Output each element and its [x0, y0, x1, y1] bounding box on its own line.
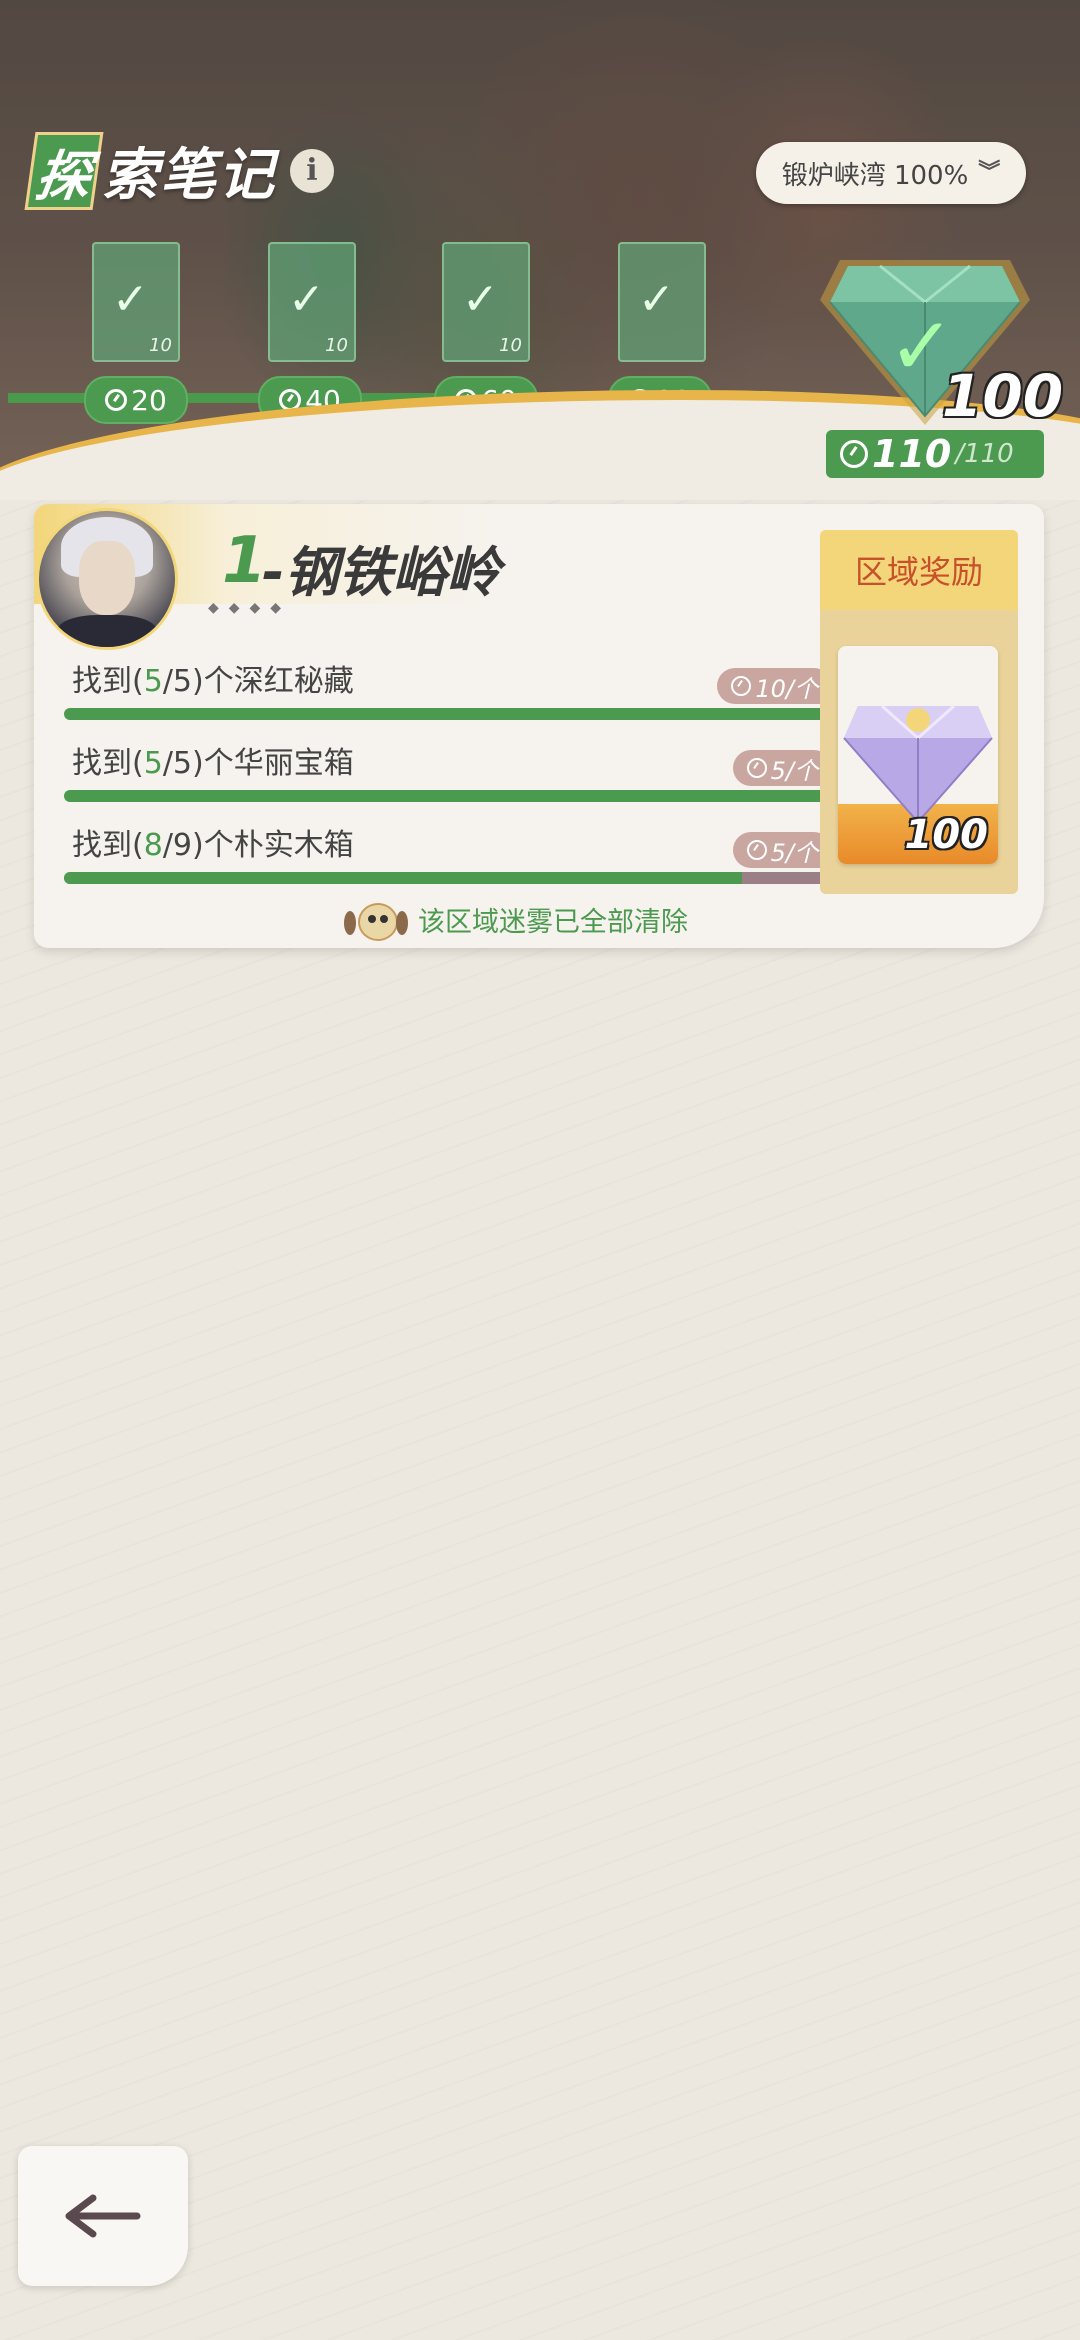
region-reward-title: 区域奖励: [820, 530, 1018, 610]
milestone-card: ✓ 10: [442, 242, 530, 362]
task-label: 找到(8/9)个朴实木箱: [72, 828, 354, 863]
task-progress-bar: [64, 708, 826, 720]
region-name: -钢铁峪岭: [262, 541, 501, 604]
region-number: 1: [222, 524, 267, 598]
region-card: 1 -钢铁峪岭 ◆◆◆◆ 找到(5/5)个深红秘藏 10/个 找到(5/5)个华…: [34, 504, 1044, 948]
stopwatch-icon: [840, 440, 868, 468]
title-badge: 探: [24, 131, 104, 210]
milestone-card-value: 10: [149, 335, 172, 356]
milestone-1[interactable]: ✓ 10: [92, 242, 180, 362]
double-chevron-down-icon: ︾: [978, 160, 1001, 185]
stopwatch-icon: [105, 389, 128, 411]
task-label: 找到(5/5)个华丽宝箱: [72, 746, 354, 781]
region-reward-item[interactable]: 100: [838, 646, 998, 864]
check-icon: ✓: [112, 274, 149, 325]
fog-cleared-status: 该区域迷雾已全部清除: [344, 899, 688, 941]
back-button[interactable]: [18, 2146, 188, 2286]
milestone-card: ✓ 10: [92, 242, 180, 362]
task-progress-bar: [64, 872, 826, 884]
milestone-4[interactable]: ✓: [618, 242, 706, 362]
header-banner: 探 索笔记 i 锻炉峡湾 100% ︾ ✓ 10 20 ✓ 10 40 ✓ 10…: [0, 0, 1080, 500]
gem-icon: [843, 704, 993, 824]
avatar: [36, 508, 178, 650]
task-reward-badge: 5/个: [732, 832, 832, 868]
region-reward-panel: 区域奖励 100: [820, 530, 1018, 894]
region-reward-qty: 100: [904, 812, 989, 858]
progress-max: /110: [955, 439, 1014, 469]
stopwatch-icon: [746, 758, 767, 778]
milestone-2[interactable]: ✓ 10: [268, 242, 356, 362]
task-reward-badge: 5/个: [732, 750, 832, 786]
decorative-dots: ◆◆◆◆: [208, 600, 292, 616]
fog-status-text: 该区域迷雾已全部清除: [418, 906, 688, 938]
page-title: 探 索笔记 i: [24, 130, 334, 211]
owl-icon: [344, 899, 408, 941]
milestone-reward-1: 20: [84, 376, 188, 424]
title-text: 索笔记: [102, 143, 276, 208]
back-arrow-icon: [65, 2194, 141, 2238]
milestone-card: ✓: [618, 242, 706, 362]
task-progress-bar: [64, 790, 826, 802]
check-icon: ✓: [462, 274, 499, 325]
check-icon: ✓: [288, 274, 325, 325]
task-row-3: 找到(8/9)个朴实木箱 5/个: [64, 820, 832, 890]
stopwatch-icon: [731, 676, 752, 696]
milestone-card-value: 10: [499, 335, 522, 356]
task-label: 找到(5/5)个深红秘藏: [72, 664, 354, 699]
milestone-card-value: 10: [325, 335, 348, 356]
final-reward-count: 100: [942, 362, 1064, 430]
milestone-3[interactable]: ✓ 10: [442, 242, 530, 362]
progress-current: 110: [872, 432, 952, 476]
task-row-1: 找到(5/5)个深红秘藏 10/个: [64, 656, 832, 726]
milestone-card: ✓ 10: [268, 242, 356, 362]
milestone-reward-value: 20: [131, 383, 167, 417]
total-progress: 110 /110: [826, 430, 1044, 478]
info-button[interactable]: i: [290, 148, 334, 193]
region-selector[interactable]: 锻炉峡湾 100% ︾: [756, 142, 1026, 204]
task-row-2: 找到(5/5)个华丽宝箱 5/个: [64, 738, 832, 808]
region-selector-label: 锻炉峡湾 100%: [781, 160, 969, 191]
stopwatch-icon: [746, 840, 767, 860]
final-reward[interactable]: ✓ 100: [800, 230, 1064, 440]
check-icon: ✓: [638, 274, 675, 325]
task-reward-badge: 10/个: [717, 668, 832, 704]
